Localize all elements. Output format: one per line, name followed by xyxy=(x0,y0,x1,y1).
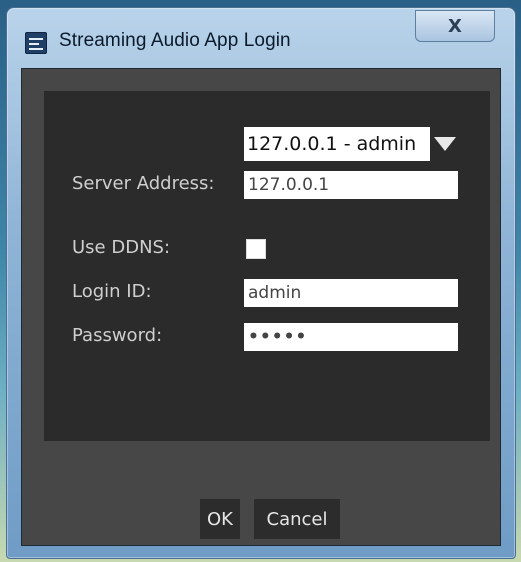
password-input[interactable] xyxy=(244,323,458,351)
login-window: Streaming Audio App Login X 127.0.0.1 - … xyxy=(6,7,516,559)
dropdown-arrow-icon[interactable] xyxy=(434,137,456,151)
profile-dropdown-value: 127.0.0.1 - admin xyxy=(244,127,430,161)
window-title: Streaming Audio App Login xyxy=(59,30,291,51)
server-address-input[interactable] xyxy=(244,171,458,199)
password-label: Password: xyxy=(72,325,163,346)
use-ddns-checkbox[interactable] xyxy=(246,239,266,259)
title-bar[interactable]: Streaming Audio App Login X xyxy=(7,8,515,68)
form-panel: 127.0.0.1 - admin Server Address: Use DD… xyxy=(44,91,490,441)
cancel-button[interactable]: Cancel xyxy=(254,499,340,539)
app-icon xyxy=(25,32,47,54)
profile-dropdown[interactable]: 127.0.0.1 - admin xyxy=(244,127,462,161)
dialog-client-area: 127.0.0.1 - admin Server Address: Use DD… xyxy=(21,68,501,546)
login-id-label: Login ID: xyxy=(72,281,152,302)
close-button[interactable]: X xyxy=(415,10,495,42)
ok-button[interactable]: OK xyxy=(200,499,240,539)
close-icon: X xyxy=(448,15,462,37)
login-id-input[interactable] xyxy=(244,279,458,307)
use-ddns-label: Use DDNS: xyxy=(72,237,171,258)
server-address-label: Server Address: xyxy=(72,173,215,194)
